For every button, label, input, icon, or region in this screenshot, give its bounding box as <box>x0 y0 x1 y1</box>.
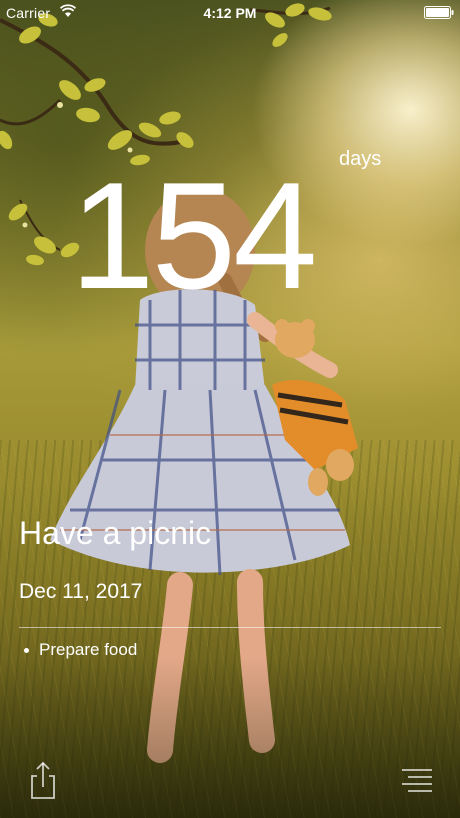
days-unit-label: days <box>339 148 382 170</box>
task-label: Prepare food <box>39 640 138 659</box>
task-item[interactable]: Prepare food <box>24 640 137 660</box>
list-menu-icon[interactable] <box>398 766 436 796</box>
event-title: Have a picnic <box>19 515 212 551</box>
status-time: 4:12 PM <box>203 5 257 21</box>
task-list: Prepare food <box>24 640 137 660</box>
battery-full-icon <box>424 6 454 19</box>
bullet-icon <box>24 647 29 653</box>
bottom-shade <box>0 658 460 818</box>
divider <box>19 627 441 628</box>
days-count: 154 <box>70 151 318 321</box>
share-icon[interactable] <box>28 760 58 800</box>
event-date: Dec 11, 2017 <box>19 580 143 603</box>
status-bar: Carrier 4:12 PM <box>0 0 460 26</box>
